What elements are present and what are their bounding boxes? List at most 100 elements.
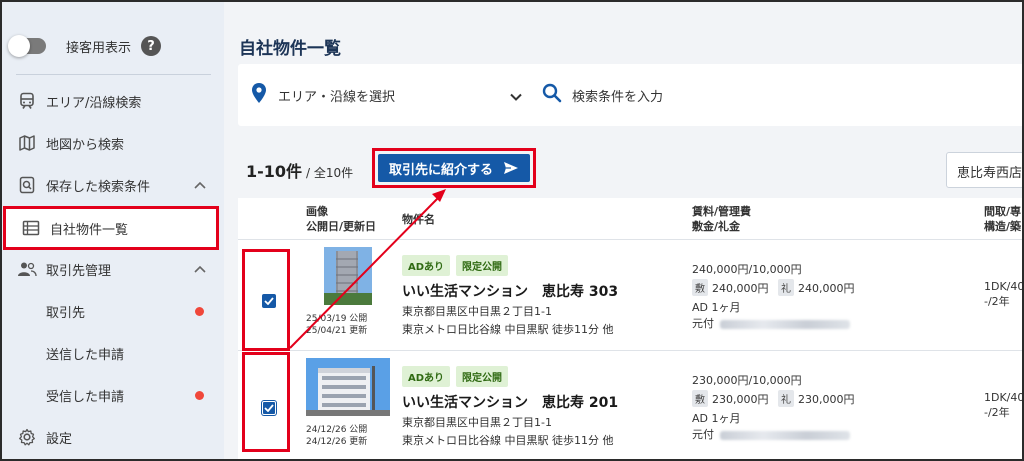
sidebar: 接客用表示 ? エリア/沿線検索 地図から検索 保存した検索条件 自社物件一覧 <box>2 2 224 459</box>
guest-display-toggle-row: 接客用表示 ? <box>8 35 162 57</box>
notification-dot <box>195 391 204 400</box>
guest-display-label: 接客用表示 <box>66 40 132 56</box>
notification-dot <box>195 307 204 316</box>
table-row[interactable]: 25/03/19 公開 25/04/21 更新 ADあり 限定公開 いい生活マン… <box>238 241 1024 351</box>
introduce-to-partner-button[interactable]: 取引先に紹介する <box>378 154 530 182</box>
motozuke-label: 元付 <box>692 317 714 330</box>
area-select-label: エリア・沿線を選択 <box>278 89 396 105</box>
people-icon <box>16 261 38 277</box>
rent-fee: 240,000円/10,000円 <box>692 263 802 276</box>
property-table: 画像 公開日/更新日 物件名 賃料/管理費 敷金/礼金 間取/専 構造/築 25… <box>238 198 1024 461</box>
key-money-value: 240,000円 <box>798 282 855 295</box>
check-icon <box>264 404 274 412</box>
motozuke-label: 元付 <box>692 428 714 441</box>
store-select[interactable]: 恵比寿西店 <box>946 152 1024 188</box>
building-age: -/2年 <box>984 406 1010 419</box>
header-layout-structure: 間取/専 構造/築 <box>984 204 1021 234</box>
update-date: 24/12/26 更新 <box>306 437 368 447</box>
area-line-select[interactable]: エリア・沿線を選択 <box>238 64 528 126</box>
header-structure: 構造/築 <box>984 220 1022 233</box>
motozuke-row: 元付 <box>692 315 850 331</box>
deposit-label: 敷 <box>692 390 708 407</box>
header-rent: 賃料/管理費 <box>692 205 752 218</box>
sidebar-item-label: 取引先管理 <box>46 263 112 279</box>
key-money-value: 230,000円 <box>798 393 855 406</box>
sidebar-divider <box>16 74 211 75</box>
row-checkbox[interactable] <box>262 401 276 415</box>
sidebar-item-partners[interactable]: 取引先 <box>2 292 224 330</box>
ad-tag: ADあり <box>402 255 451 276</box>
publish-date: 24/12/26 公開 <box>306 425 368 435</box>
sidebar-item-sent-requests[interactable]: 送信した申請 <box>2 334 224 372</box>
result-total: / 全10件 <box>306 166 354 180</box>
gear-icon <box>16 428 38 446</box>
property-name[interactable]: いい生活マンション 恵比寿 303 <box>402 281 618 301</box>
property-thumbnail[interactable] <box>324 247 372 305</box>
header-image-dates: 画像 公開日/更新日 <box>306 204 376 234</box>
deposit-key-money: 敷 230,000円 礼 230,000円 <box>692 390 855 407</box>
layout-area: 1DK/40 <box>984 391 1024 404</box>
property-access: 東京メトロ日比谷線 中目黒駅 徒歩11分 他 <box>402 434 614 447</box>
redacted-company <box>720 319 850 329</box>
result-count: 1-10件 / 全10件 <box>246 158 353 182</box>
map-icon <box>16 134 38 152</box>
sidebar-item-received-requests[interactable]: 受信した申請 <box>2 376 224 414</box>
sidebar-item-partner-management[interactable]: 取引先管理 <box>2 250 224 288</box>
property-thumbnail[interactable] <box>306 358 390 416</box>
header-layout: 間取/専 <box>984 205 1022 218</box>
sidebar-item-own-properties[interactable]: 自社物件一覧 <box>3 206 219 250</box>
ad-months: AD 1ヶ月 <box>692 301 741 314</box>
sidebar-item-saved-search[interactable]: 保存した検索条件 <box>2 166 224 204</box>
guest-display-toggle[interactable] <box>8 35 46 57</box>
search-bar: エリア・沿線を選択 検索条件を入力 <box>238 64 1024 126</box>
row-dates: 25/03/19 公開 25/04/21 更新 <box>306 313 367 337</box>
property-address: 東京都目黒区中目黒２丁目1-1 <box>402 305 552 318</box>
tag-list: ADあり 限定公開 <box>402 255 509 276</box>
deposit-value: 230,000円 <box>712 393 769 406</box>
table-row[interactable]: 24/12/26 公開 24/12/26 更新 ADあり 限定公開 いい生活マン… <box>238 352 1024 461</box>
result-range: 1-10件 <box>246 162 303 181</box>
sidebar-item-label: 自社物件一覧 <box>50 222 129 238</box>
sidebar-item-label: 保存した検索条件 <box>46 179 151 195</box>
limited-tag: 限定公開 <box>456 366 509 387</box>
keyword-placeholder: 検索条件を入力 <box>572 89 664 105</box>
tag-list: ADあり 限定公開 <box>402 366 509 387</box>
ad-tag: ADあり <box>402 366 451 387</box>
sidebar-item-label: 地図から検索 <box>46 137 125 153</box>
sidebar-item-settings[interactable]: 設定 <box>2 418 224 456</box>
header-deposit: 敷金/礼金 <box>692 220 741 233</box>
building-age: -/2年 <box>984 295 1010 308</box>
layout-info: 1DK/40 -/2年 <box>984 279 1024 309</box>
chevron-down-icon <box>510 86 522 105</box>
sidebar-item-label: 送信した申請 <box>46 347 125 363</box>
sidebar-item-map-search[interactable]: 地図から検索 <box>2 124 224 162</box>
motozuke-row: 元付 <box>692 426 850 442</box>
deposit-key-money: 敷 240,000円 礼 240,000円 <box>692 279 855 296</box>
key-money-label: 礼 <box>778 390 794 407</box>
rent-fee: 230,000円/10,000円 <box>692 374 802 387</box>
intro-button-highlight: 取引先に紹介する <box>372 148 536 188</box>
header-name: 物件名 <box>402 213 435 226</box>
ad-months: AD 1ヶ月 <box>692 412 741 425</box>
sidebar-item-label: 取引先 <box>46 305 86 321</box>
header-rent-deposit: 賃料/管理費 敷金/礼金 <box>692 204 751 234</box>
chevron-up-icon <box>194 262 206 277</box>
table-header: 画像 公開日/更新日 物件名 賃料/管理費 敷金/礼金 間取/専 構造/築 <box>238 198 1024 240</box>
sidebar-item-label: エリア/沿線検索 <box>46 95 142 111</box>
header-image: 画像 <box>306 205 328 218</box>
help-icon[interactable]: ? <box>141 36 162 56</box>
sidebar-item-label: 受信した申請 <box>46 389 125 405</box>
send-icon <box>504 162 518 174</box>
key-money-label: 礼 <box>778 279 794 296</box>
property-name[interactable]: いい生活マンション 恵比寿 201 <box>402 392 618 412</box>
keyword-search-input[interactable]: 検索条件を入力 <box>542 83 663 107</box>
sidebar-item-label: 設定 <box>46 431 73 447</box>
header-dates: 公開日/更新日 <box>306 220 377 233</box>
row-checkbox[interactable] <box>262 294 276 308</box>
sidebar-item-area-search[interactable]: エリア/沿線検索 <box>2 82 224 120</box>
deposit-value: 240,000円 <box>712 282 769 295</box>
layout-info: 1DK/40 -/2年 <box>984 390 1024 420</box>
main-content: 自社物件一覧 エリア・沿線を選択 検索条件を入力 1-10件 / 全10件 取引先… <box>224 2 1024 461</box>
search-icon <box>542 83 562 107</box>
layout-area: 1DK/40 <box>984 280 1024 293</box>
